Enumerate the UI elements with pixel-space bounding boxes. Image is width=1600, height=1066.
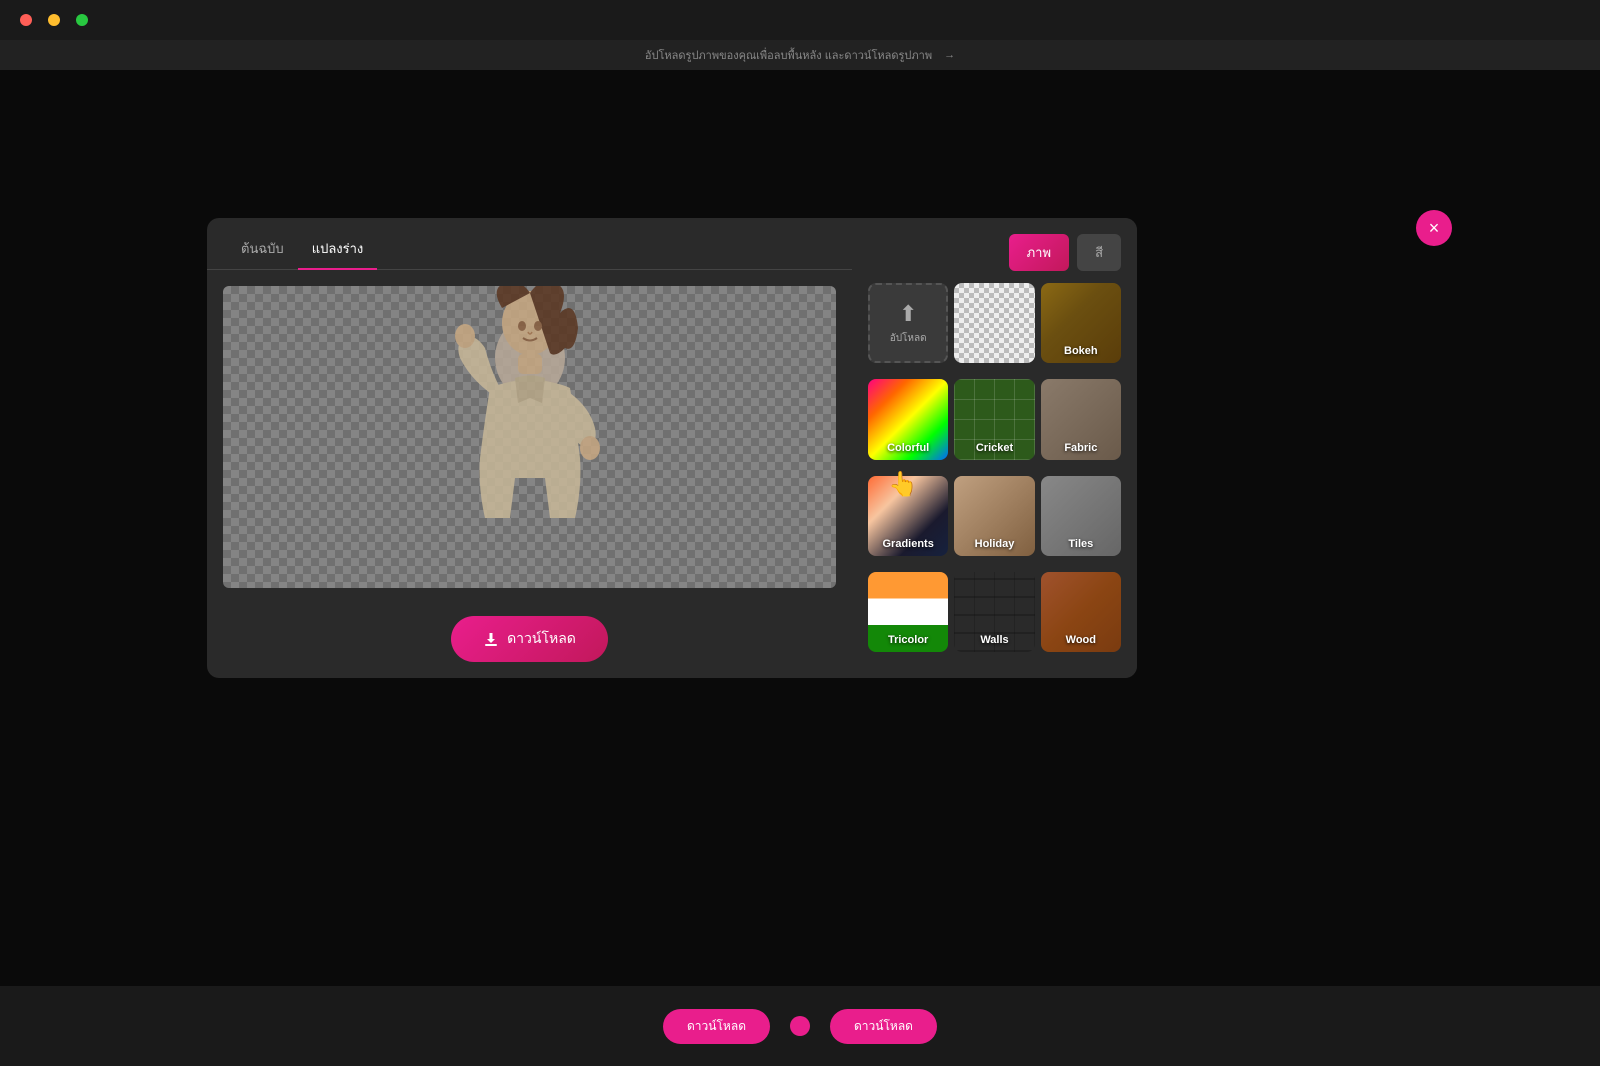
bottom-bar: ดาวน์โหลด ดาวน์โหลด [0,986,1600,1066]
bg-transparent[interactable] [954,283,1034,363]
upload-icon: ⬆ [899,301,917,327]
window-close-dot[interactable] [20,14,32,26]
bg-tiles[interactable]: Tiles [1041,476,1121,556]
left-panel: ต้นฉบับ แปลงร่าง [207,218,852,678]
download-icon [483,631,499,647]
bg-cricket[interactable]: Cricket [954,379,1034,459]
window-minimize-dot[interactable] [48,14,60,26]
bg-holiday[interactable]: Holiday [954,476,1034,556]
tab-original[interactable]: ต้นฉบับ [227,232,298,269]
main-modal: ต้นฉบับ แปลงร่าง [207,218,1137,678]
download-button-container: ดาวน์โหลด [207,604,852,678]
right-panel: ภาพ สี ⬆ อัปโหลด Bokeh Colorful [852,218,1137,678]
bg-wood[interactable]: Wood [1041,572,1121,652]
bg-fabric[interactable]: Fabric [1041,379,1121,459]
download-button[interactable]: ดาวน์โหลด [451,616,608,662]
app-header [0,0,1600,40]
tab-edit[interactable]: แปลงร่าง [298,232,378,269]
notification-bar: อัปโหลดรูปภาพของคุณเพื่อลบพื้นหลัง และดา… [0,40,1600,70]
toggle-row: ภาพ สี [868,234,1121,271]
bg-tricolor[interactable]: Tricolor [868,572,948,652]
bottom-indicator [790,1016,810,1036]
notification-text: อัปโหลดรูปภาพของคุณเพื่อลบพื้นหลัง และดา… [645,46,932,64]
toggle-color-btn[interactable]: สี [1077,234,1121,271]
bg-upload[interactable]: ⬆ อัปโหลด [868,283,948,363]
bg-bokeh[interactable]: Bokeh [1041,283,1121,363]
notification-arrow: → [944,49,955,61]
person-figure [420,286,640,588]
bottom-download-btn-2[interactable]: ดาวน์โหลด [830,1009,937,1044]
bg-walls[interactable]: Walls [954,572,1034,652]
bg-gradients[interactable]: Gradients [868,476,948,556]
bottom-download-btn-1[interactable]: ดาวน์โหลด [663,1009,770,1044]
tab-bar: ต้นฉบับ แปลงร่าง [207,218,852,270]
toggle-image-btn[interactable]: ภาพ [1009,234,1069,271]
window-maximize-dot[interactable] [76,14,88,26]
close-modal-button[interactable]: × [1416,210,1452,246]
bg-colorful[interactable]: Colorful [868,379,948,459]
image-canvas [223,286,836,588]
person-svg [430,286,630,588]
background-grid: ⬆ อัปโหลด Bokeh Colorful Cricket Fabric [868,283,1121,662]
